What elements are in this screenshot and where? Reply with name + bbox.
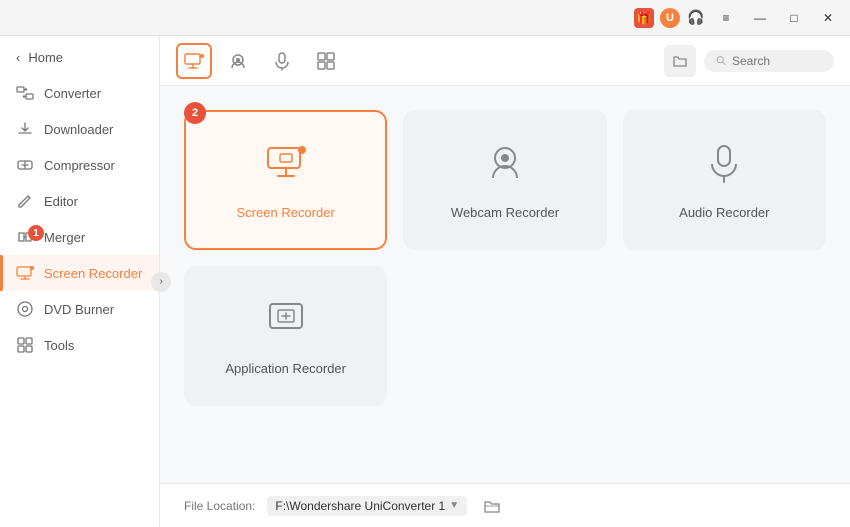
maximize-button[interactable]: □: [780, 8, 808, 28]
screen-recorder-card[interactable]: 2 Screen Recorder: [184, 110, 387, 250]
sidebar-item-compressor[interactable]: Compressor: [0, 147, 159, 183]
close-button[interactable]: ✕: [814, 8, 842, 28]
search-input[interactable]: [732, 54, 822, 68]
screen-recorder-card-label: Screen Recorder: [237, 205, 335, 220]
toolbar-audio-button[interactable]: [264, 43, 300, 79]
footer: File Location: F:\Wondershare UniConvert…: [160, 483, 850, 527]
webcam-recorder-card-label: Webcam Recorder: [451, 205, 559, 220]
sidebar-item-editor[interactable]: Editor: [0, 183, 159, 219]
headset-icon[interactable]: 🎧: [686, 8, 706, 28]
sidebar-item-merger[interactable]: Merger 1: [0, 219, 159, 255]
recorder-grid: 2 Screen Recorder: [160, 86, 850, 483]
merger-badge: 1: [28, 225, 44, 241]
open-folder-button[interactable]: [479, 493, 505, 519]
sidebar-item-dvd-burner[interactable]: DVD Burner: [0, 291, 159, 327]
home-label: Home: [28, 50, 63, 65]
sidebar-home[interactable]: ‹ Home: [0, 40, 159, 75]
downloader-icon: [16, 120, 34, 138]
sidebar-collapse-button[interactable]: ›: [151, 272, 171, 292]
dvd-burner-label: DVD Burner: [44, 302, 114, 317]
file-location-path[interactable]: F:\Wondershare UniConverter 1 ▼: [267, 496, 467, 516]
sidebar-item-screen-recorder[interactable]: Screen Recorder: [0, 255, 159, 291]
application-recorder-card[interactable]: Application Recorder: [184, 266, 387, 406]
audio-recorder-card[interactable]: Audio Recorder: [623, 110, 826, 250]
tools-icon: [16, 336, 34, 354]
compressor-label: Compressor: [44, 158, 115, 173]
toolbar-webcam-button[interactable]: [220, 43, 256, 79]
screen-recorder-label: Screen Recorder: [44, 266, 142, 281]
webcam-recorder-card-icon: [483, 140, 527, 193]
sidebar-item-tools[interactable]: Tools: [0, 327, 159, 363]
main-content: 2 Screen Recorder: [160, 36, 850, 527]
editor-label: Editor: [44, 194, 78, 209]
user-icon[interactable]: U: [660, 8, 680, 28]
audio-recorder-card-label: Audio Recorder: [679, 205, 769, 220]
screen-recorder-card-icon: [264, 140, 308, 193]
toolbar: [160, 36, 850, 86]
path-dropdown-arrow: ▼: [449, 500, 459, 511]
menu-button[interactable]: ≡: [712, 8, 740, 28]
downloader-label: Downloader: [44, 122, 113, 137]
search-box[interactable]: [704, 50, 834, 72]
sidebar: ‹ Home Converter Dow: [0, 36, 160, 527]
file-location-label: File Location:: [184, 499, 255, 513]
minimize-button[interactable]: —: [746, 8, 774, 28]
compressor-icon: [16, 156, 34, 174]
dvd-burner-icon: [16, 300, 34, 318]
step-badge: 2: [184, 102, 206, 124]
converter-label: Converter: [44, 86, 101, 101]
toolbar-apps-button[interactable]: [308, 43, 344, 79]
sidebar-item-converter[interactable]: Converter: [0, 75, 159, 111]
titlebar: 🎁 U 🎧 ≡ — □ ✕: [0, 0, 850, 36]
file-path-text: F:\Wondershare UniConverter 1: [275, 499, 445, 513]
audio-recorder-card-icon: [702, 140, 746, 193]
toolbar-right: [664, 45, 834, 77]
application-recorder-card-icon: [264, 296, 308, 349]
tools-label: Tools: [44, 338, 74, 353]
converter-icon: [16, 84, 34, 102]
toolbar-screen-recorder-button[interactable]: [176, 43, 212, 79]
back-arrow-icon: ‹: [16, 50, 20, 65]
application-recorder-card-label: Application Recorder: [225, 361, 346, 376]
sidebar-item-downloader[interactable]: Downloader: [0, 111, 159, 147]
app-body: ‹ Home Converter Dow: [0, 36, 850, 527]
merger-label: Merger: [44, 230, 85, 245]
webcam-recorder-card[interactable]: Webcam Recorder: [403, 110, 606, 250]
screen-recorder-icon: [16, 264, 34, 282]
gift-icon[interactable]: 🎁: [634, 8, 654, 28]
folder-button[interactable]: [664, 45, 696, 77]
editor-icon: [16, 192, 34, 210]
